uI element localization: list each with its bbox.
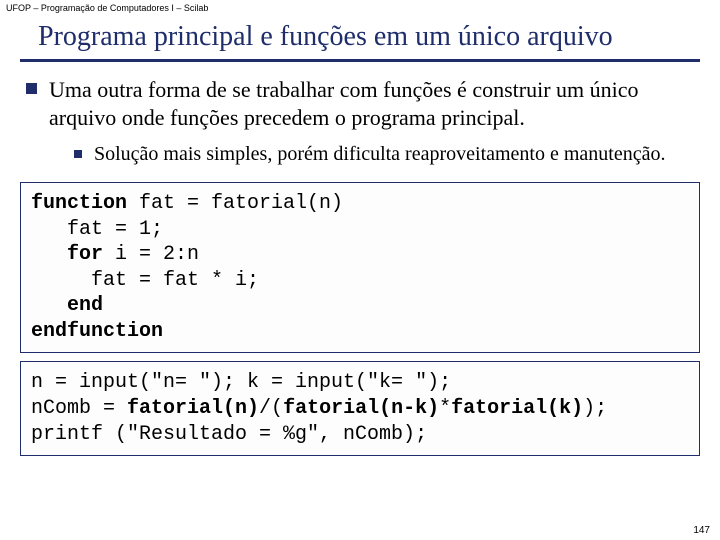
- code-keyword: function: [31, 192, 127, 215]
- code-text: [31, 243, 67, 266]
- code-text: );: [583, 397, 607, 420]
- code-text: i = 2:n: [103, 243, 199, 266]
- code-text: [31, 294, 67, 317]
- code-text: *: [439, 397, 451, 420]
- bullet-main: Uma outra forma de se trabalhar com funç…: [26, 76, 694, 132]
- square-bullet-icon: [74, 150, 82, 158]
- code-text: nComb =: [31, 397, 127, 420]
- code-text: fat = fat * i;: [31, 269, 259, 292]
- bullet-sub-text: Solução mais simples, porém dificulta re…: [94, 142, 665, 168]
- code-text: n = input("n= "); k = input("k= ");: [31, 371, 451, 394]
- code-keyword: fatorial(n): [127, 397, 259, 420]
- slide-title: Programa principal e funções em um único…: [0, 15, 720, 59]
- square-bullet-icon: [26, 83, 37, 94]
- slide-header: UFOP – Programação de Computadores I – S…: [0, 0, 720, 15]
- code-keyword: end: [67, 294, 103, 317]
- code-keyword: endfunction: [31, 320, 163, 343]
- code-text: /(: [259, 397, 283, 420]
- page-number: 147: [693, 525, 710, 536]
- code-keyword: for: [67, 243, 103, 266]
- code-block-main: n = input("n= "); k = input("k= "); nCom…: [20, 361, 700, 456]
- code-text: printf ("Resultado = %g", nComb);: [31, 423, 427, 446]
- code-keyword: fatorial(k): [451, 397, 583, 420]
- bullet-sub: Solução mais simples, porém dificulta re…: [74, 142, 694, 168]
- content-area: Uma outra forma de se trabalhar com funç…: [0, 62, 720, 168]
- code-keyword: fatorial(n-k): [283, 397, 439, 420]
- code-text: fat = fatorial(n): [127, 192, 343, 215]
- code-block-function: function fat = fatorial(n) fat = 1; for …: [20, 182, 700, 354]
- bullet-main-text: Uma outra forma de se trabalhar com funç…: [49, 76, 694, 132]
- code-text: fat = 1;: [31, 218, 163, 241]
